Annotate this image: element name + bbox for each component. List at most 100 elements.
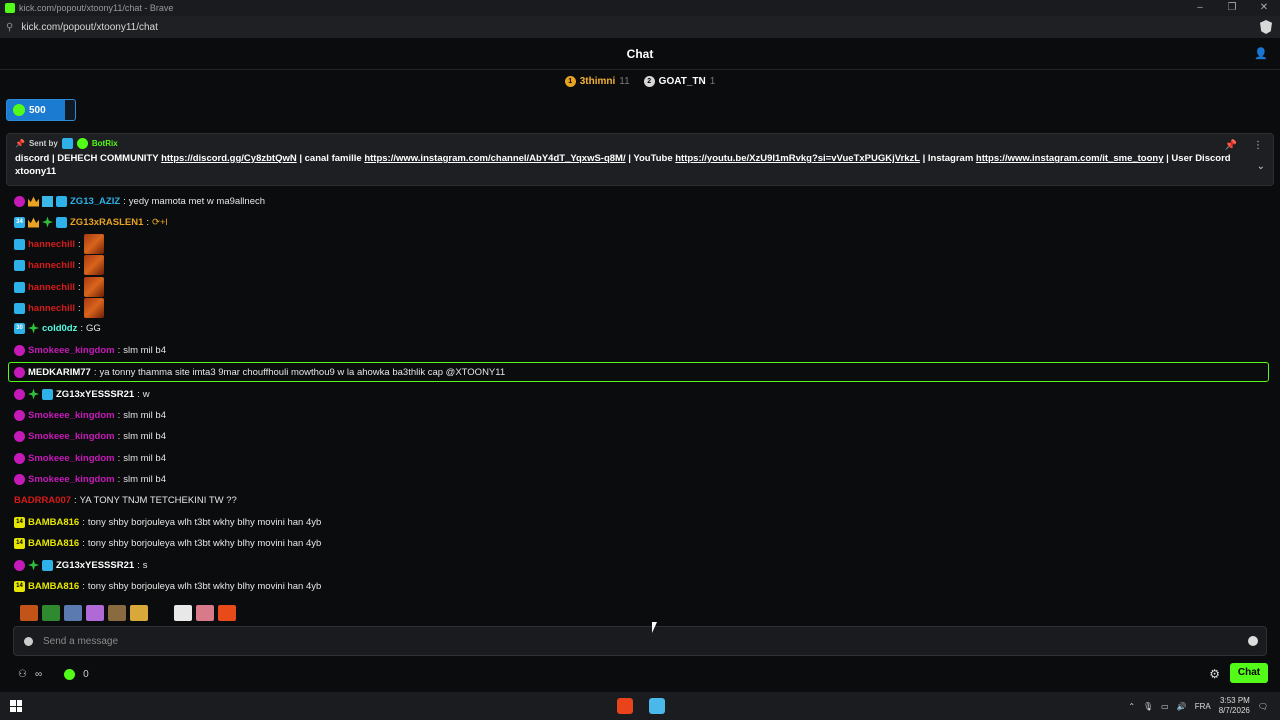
chat-message: ZG13xYESSSR21: w bbox=[14, 386, 150, 402]
moderator-badge-icon bbox=[14, 238, 25, 250]
youtube-link[interactable]: https://youtu.be/XzU9I1mRvkg?si=vVueTxPU… bbox=[675, 153, 920, 164]
gift-amount: 500 bbox=[29, 104, 46, 116]
duck-emote-icon[interactable] bbox=[174, 605, 192, 621]
cat-emote-icon[interactable] bbox=[130, 605, 148, 621]
user-list-icon[interactable]: 👤 bbox=[1254, 47, 1268, 60]
unicorn-emote-icon[interactable] bbox=[86, 605, 104, 621]
pin-small-icon: 📌 bbox=[15, 139, 25, 148]
message-placeholder[interactable]: Send a message bbox=[43, 636, 118, 647]
network-icon[interactable]: ▭ bbox=[1161, 702, 1169, 711]
frog-emote-icon[interactable] bbox=[42, 605, 60, 621]
pin-icon[interactable]: 📌 bbox=[1225, 140, 1237, 151]
leaderboard-item[interactable]: 1 3thimni 11 bbox=[564, 75, 630, 87]
chat-header: Chat 👤 bbox=[0, 38, 1280, 70]
vip-badge-icon bbox=[42, 216, 53, 228]
chat-username[interactable]: ZG13_AZIZ bbox=[70, 196, 120, 207]
language-indicator[interactable]: FRA bbox=[1195, 702, 1211, 711]
chat-username[interactable]: hannechill bbox=[28, 282, 75, 293]
chat-text: tony shby borjouleya wlh t3bt wkhy blhy … bbox=[87, 580, 322, 592]
instagram-link[interactable]: https://www.instagram.com/it_sme_toony bbox=[976, 153, 1164, 164]
verified-badge-icon bbox=[76, 138, 88, 149]
blank-emote-icon[interactable] bbox=[152, 605, 170, 621]
chat-mode-icon[interactable] bbox=[24, 636, 33, 646]
emote-quick-bar bbox=[20, 605, 236, 621]
chat-message: Smokeee_kingdom: slm mil b4 bbox=[14, 450, 166, 466]
chat-send-button[interactable]: Chat bbox=[1230, 663, 1268, 683]
chat-username[interactable]: hannechill bbox=[28, 303, 75, 314]
pinned-message: 📌 Sent by BotRix discord | DEHECH COMMUN… bbox=[6, 133, 1274, 186]
leaderboard-count: 11 bbox=[619, 75, 630, 87]
infinity-value: ∞ bbox=[34, 668, 43, 680]
pinned-actions: 📌 ⋮ bbox=[1225, 140, 1263, 151]
chat-text: ya tonny thamma site imta3 9mar chouffho… bbox=[99, 366, 506, 378]
pig-emote-icon[interactable] bbox=[196, 605, 214, 621]
chat-username[interactable]: cold0dz bbox=[42, 323, 77, 334]
app-taskbar-icon[interactable] bbox=[649, 698, 665, 714]
microphone-icon[interactable]: 🎙 bbox=[1143, 702, 1153, 711]
close-icon[interactable]: ✕ bbox=[1248, 0, 1280, 16]
more-options-icon[interactable]: ⋮ bbox=[1253, 140, 1263, 151]
brave-shield-icon[interactable] bbox=[1260, 20, 1272, 34]
chat-username[interactable]: Smokeee_kingdom bbox=[28, 474, 115, 485]
subscriber-badge-icon bbox=[14, 473, 25, 485]
chevron-down-icon[interactable]: ⌄ bbox=[1257, 161, 1265, 172]
footer-left: ⚇ ∞ 0 bbox=[18, 668, 89, 680]
message-input[interactable]: Send a message bbox=[13, 626, 1267, 656]
brave-taskbar-icon[interactable] bbox=[617, 698, 633, 714]
chat-username[interactable]: ZG13xYESSSR21 bbox=[56, 560, 134, 571]
og-badge-icon bbox=[42, 195, 53, 207]
chat-username[interactable]: Smokeee_kingdom bbox=[28, 345, 115, 356]
chat-username[interactable]: BAMBA816 bbox=[28, 517, 79, 528]
pinned-text: discord | DEHECH COMMUNITY https://disco… bbox=[15, 152, 1265, 178]
emoji-picker-icon[interactable] bbox=[1248, 636, 1258, 646]
settings-gear-icon[interactable]: ⚙ bbox=[1209, 667, 1220, 681]
chat-username[interactable]: MEDKARIM77 bbox=[28, 367, 91, 378]
window-titlebar: kick.com/popout/xtoony11/chat - Brave – … bbox=[0, 0, 1280, 16]
subscriber-badge-icon bbox=[14, 195, 25, 207]
windows-start-icon[interactable] bbox=[10, 700, 22, 712]
crown-badge-icon bbox=[28, 196, 39, 207]
chat-username[interactable]: Smokeee_kingdom bbox=[28, 453, 115, 464]
pinned-bot-name[interactable]: BotRix bbox=[92, 139, 118, 148]
chat-username[interactable]: Smokeee_kingdom bbox=[28, 431, 115, 442]
restore-icon[interactable]: ❐ bbox=[1216, 0, 1248, 16]
moderator-badge-icon bbox=[42, 559, 53, 571]
pinned-sender: 📌 Sent by BotRix bbox=[15, 138, 1265, 149]
sent-by-label: Sent by bbox=[28, 139, 58, 148]
volume-icon[interactable]: 🔊 bbox=[1177, 702, 1187, 711]
clock-time: 3:53 PM bbox=[1220, 696, 1250, 705]
chat-username[interactable]: ZG13xYESSSR21 bbox=[56, 389, 134, 400]
emote-icon: ⟳+l bbox=[152, 216, 168, 228]
moderator-badge-icon bbox=[56, 216, 67, 228]
fire-emote-icon bbox=[83, 255, 104, 275]
chat-username[interactable]: BAMBA816 bbox=[28, 538, 79, 549]
chat-message: ZG13xYESSSR21: s bbox=[14, 557, 148, 573]
notification-icon[interactable]: 🗨 bbox=[1258, 702, 1268, 711]
fire-emote-icon[interactable] bbox=[20, 605, 38, 621]
chat-username[interactable]: BADRRA007 bbox=[14, 495, 71, 506]
kick-points-icon[interactable] bbox=[64, 668, 76, 680]
chat-username[interactable]: Smokeee_kingdom bbox=[28, 410, 115, 421]
discord-link[interactable]: https://discord.gg/Cy8zbtQwN bbox=[161, 153, 297, 164]
connections-icon[interactable]: ⚇ bbox=[18, 669, 27, 680]
address-bar[interactable]: ⚲ kick.com/popout/xtoony11/chat bbox=[0, 16, 1280, 38]
address-url[interactable]: kick.com/popout/xtoony11/chat bbox=[21, 22, 158, 33]
flame-emote-icon[interactable] bbox=[218, 605, 236, 621]
chat-message: ZG13_AZIZ: yedy mamota met w ma9allnech bbox=[14, 193, 265, 209]
instagram-channel-link[interactable]: https://www.instagram.com/channel/AbY4dT… bbox=[364, 153, 625, 164]
chat-username[interactable]: hannechill bbox=[28, 260, 75, 271]
chat-username[interactable]: ZG13xRASLEN1 bbox=[70, 217, 143, 228]
figure-emote-icon[interactable] bbox=[64, 605, 82, 621]
chat-username[interactable]: hannechill bbox=[28, 239, 75, 250]
chat-message: Smokeee_kingdom: slm mil b4 bbox=[14, 407, 166, 423]
dog-emote-icon[interactable] bbox=[108, 605, 126, 621]
chat-text: yedy mamota met w ma9allnech bbox=[128, 195, 266, 207]
site-info-icon[interactable]: ⚲ bbox=[6, 22, 13, 33]
clock[interactable]: 3:53 PM 8/7/2026 bbox=[1219, 696, 1250, 716]
points-value: 0 bbox=[83, 668, 89, 680]
kicks-gift-pill[interactable]: 500 bbox=[6, 99, 76, 121]
leaderboard-item[interactable]: 2 GOAT_TN 1 bbox=[643, 75, 715, 87]
minimize-icon[interactable]: – bbox=[1184, 0, 1216, 16]
tray-arrow-icon[interactable]: ⌃ bbox=[1128, 702, 1135, 711]
chat-username[interactable]: BAMBA816 bbox=[28, 581, 79, 592]
